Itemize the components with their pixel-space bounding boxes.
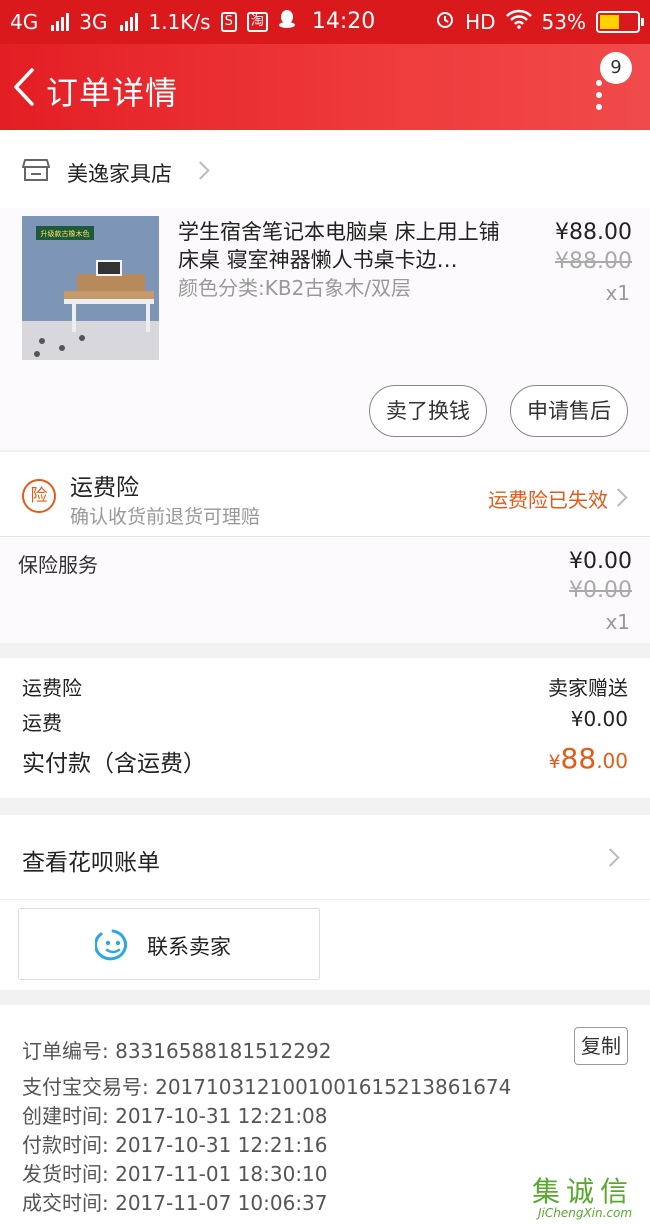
shipping-value: ¥0.00 [570, 707, 628, 731]
insurance-title: 运费险 [70, 475, 139, 501]
alarm-icon [435, 9, 455, 34]
chat-icon [95, 929, 128, 961]
shipping-label: 运费 [22, 711, 62, 735]
created-time: 创建时间: 2017-10-31 12:21:08 [22, 1104, 328, 1128]
total-amount: ¥88.00 [548, 742, 628, 775]
product-sku: 颜色分类:KB2古象木/双层 [178, 276, 412, 300]
shop-icon [22, 159, 50, 181]
chevron-right-icon [609, 488, 628, 507]
completed-time: 成交时间: 2017-11-07 10:06:37 [22, 1191, 328, 1215]
shop-name: 美逸家具店 [67, 162, 172, 186]
clock: 14:20 [311, 9, 376, 34]
page-title: 订单详情 [46, 74, 179, 112]
huabei-bill-row[interactable]: 查看花呗账单 [0, 815, 650, 900]
contact-area: 联系卖家 [0, 900, 650, 990]
shipped-time: 发货时间: 2017-11-01 18:30:10 [22, 1162, 328, 1186]
battery-percent: 53% [541, 9, 586, 34]
hd-label: HD [465, 9, 496, 34]
shipping-insurance-row[interactable]: 险 运费险 确认收货前退货可理赔 运费险已失效 [0, 452, 650, 537]
alipay-trade-number: 支付宝交易号: 2017103121001001615213861674 [22, 1075, 512, 1099]
freight-insurance-value: 卖家赠送 [548, 676, 628, 700]
contact-seller-button[interactable]: 联系卖家 [18, 908, 320, 980]
paid-time: 付款时间: 2017-10-31 12:21:16 [22, 1133, 328, 1157]
insurance-icon: 险 [22, 479, 56, 513]
chevron-right-icon [191, 161, 210, 180]
signal-icon [120, 12, 139, 31]
wifi-icon [505, 9, 532, 34]
payment-summary: 运费险 卖家赠送 运费 ¥0.00 实付款（含运费） ¥88.00 [0, 658, 650, 798]
product-title[interactable]: 学生宿舍笔记本电脑桌 床上用上铺床桌 寝室神器懒人书桌卡边… [178, 218, 508, 274]
after-sale-button[interactable]: 申请售后 [510, 385, 628, 437]
insurance-service-original-price: ¥0.00 [569, 578, 632, 603]
network-speed: 1.1K/s [148, 9, 211, 34]
insurance-subtitle: 确认收货前退货可理赔 [70, 506, 261, 528]
nav-bar: 订单详情 9 [0, 44, 650, 130]
shop-row[interactable]: 美逸家具店 [0, 130, 650, 208]
qq-icon [278, 9, 296, 34]
sell-button[interactable]: 卖了换钱 [369, 385, 487, 437]
battery-icon [596, 10, 644, 33]
insurance-service-item: 保险服务 ¥0.00 ¥0.00 x1 [0, 537, 650, 643]
product-quantity: x1 [605, 281, 630, 305]
status-bar: 4G 3G 1.1K/s S 淘 14:20 HD 53% [0, 0, 650, 44]
product-original-price: ¥88.00 [555, 249, 632, 274]
taobao-icon: 淘 [246, 11, 268, 32]
order-item[interactable]: 升级款古橡木色 学生宿舍笔记本电脑桌 床上用上铺床桌 寝室神器懒人书桌卡边… 颜… [0, 208, 650, 450]
chevron-right-icon [601, 848, 620, 867]
contact-seller-label: 联系卖家 [147, 935, 231, 959]
insurance-status: 运费险已失效 [488, 488, 608, 512]
freight-insurance-label: 运费险 [22, 676, 82, 700]
more-menu-icon[interactable] [596, 80, 616, 110]
network-3g-label: 3G [79, 9, 108, 34]
product-image-label: 升级款古橡木色 [41, 229, 90, 238]
huabei-bill-label: 查看花呗账单 [22, 850, 160, 876]
insurance-service-price: ¥0.00 [569, 549, 632, 574]
signal-icon [51, 12, 70, 31]
insurance-service-quantity: x1 [605, 610, 630, 634]
product-price: ¥88.00 [555, 220, 632, 245]
product-image[interactable]: 升级款古橡木色 [22, 216, 159, 360]
insurance-service-label: 保险服务 [18, 553, 98, 577]
total-label: 实付款（含运费） [22, 751, 206, 777]
app-s-icon: S [220, 11, 237, 32]
watermark-logo: 集诚信 JiChengXin.com [532, 1175, 635, 1220]
back-arrow-icon[interactable] [10, 64, 40, 110]
copy-button[interactable]: 复制 [574, 1027, 628, 1065]
message-badge[interactable]: 9 [600, 52, 632, 84]
network-4g-label: 4G [10, 9, 39, 34]
order-number: 订单编号: 83316588181512292 [22, 1039, 332, 1063]
